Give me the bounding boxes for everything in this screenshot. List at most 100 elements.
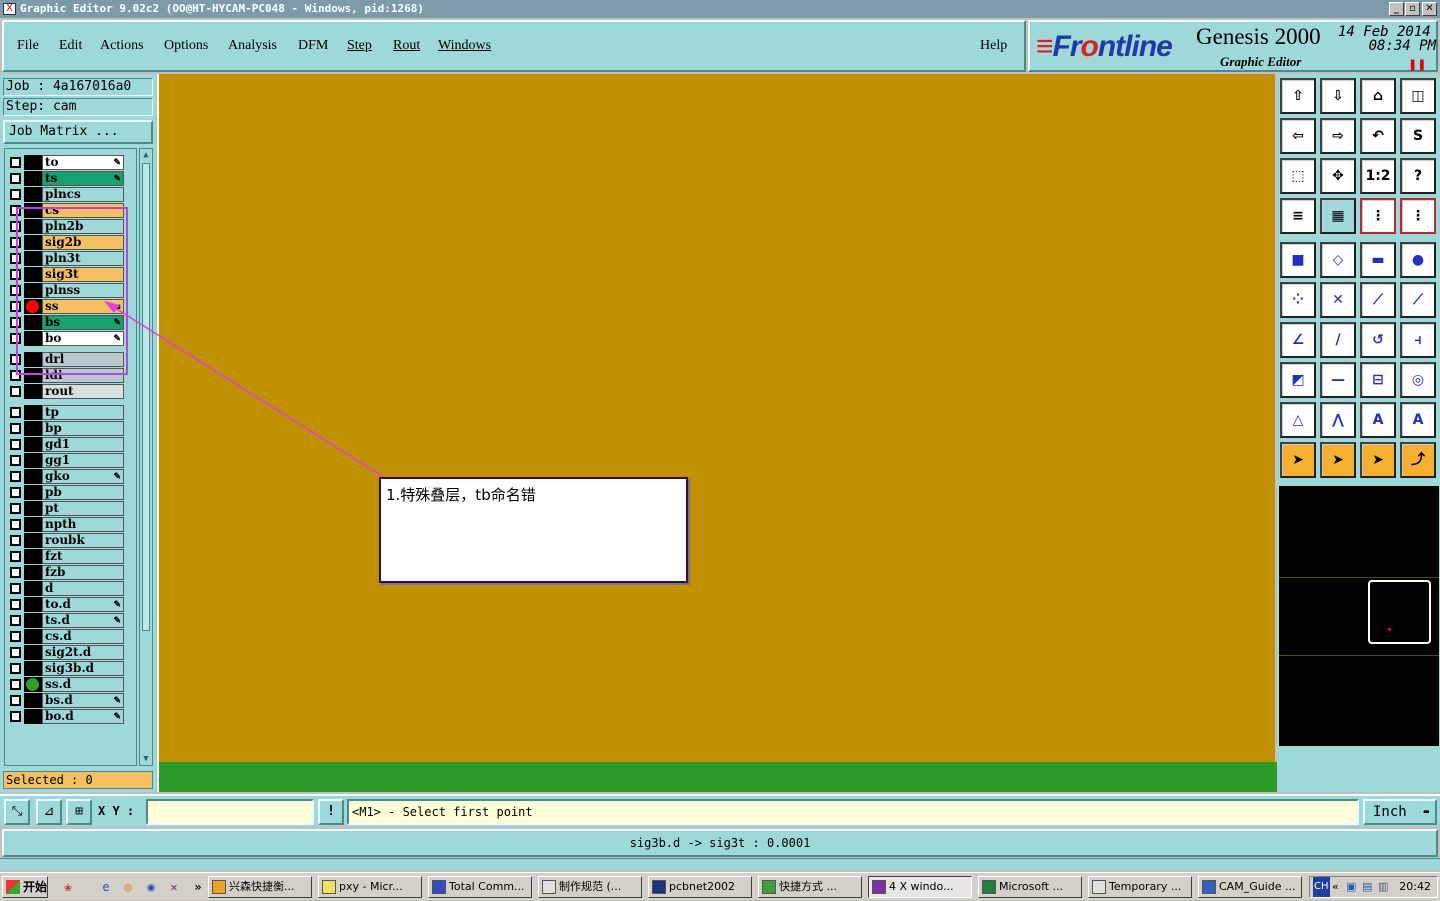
layer-color-cell[interactable]	[24, 549, 42, 564]
layer-row[interactable]: bo.d ✎	[6, 709, 136, 724]
layer-color-cell[interactable]	[24, 501, 42, 516]
layer-name[interactable]: plncs	[42, 187, 124, 202]
layer-color-cell[interactable]	[24, 453, 42, 468]
tool-button[interactable]: /	[1320, 322, 1356, 358]
layer-row[interactable]: gd1	[6, 437, 136, 452]
tool-button[interactable]: ⟋	[1360, 282, 1396, 318]
tool-button[interactable]: —	[1320, 362, 1356, 398]
tray-app-icon[interactable]: ▤	[1362, 877, 1372, 897]
layer-name[interactable]: ts ✎	[42, 171, 124, 186]
layer-checkbox[interactable]	[10, 519, 21, 530]
layer-row[interactable]: to ✎	[6, 155, 136, 170]
menu-options[interactable]: Options	[164, 38, 208, 54]
chevron-left-icon[interactable]: «	[1332, 877, 1339, 897]
layer-row[interactable]: npth	[6, 517, 136, 532]
layer-checkbox[interactable]	[10, 647, 21, 658]
layer-row[interactable]: rout	[6, 384, 136, 399]
taskbar-item[interactable]: CAM_Guide ...	[1198, 876, 1302, 898]
layer-checkbox[interactable]	[10, 567, 21, 578]
layer-color-cell[interactable]	[24, 645, 42, 660]
tool-button[interactable]: ↶	[1360, 118, 1396, 154]
tool-button[interactable]: ➤	[1360, 442, 1396, 478]
layer-name[interactable]: bo.d ✎	[42, 709, 124, 724]
layer-row[interactable]: sig3b.d	[6, 661, 136, 676]
layer-color-cell[interactable]	[24, 485, 42, 500]
layer-color-cell[interactable]	[24, 581, 42, 596]
tool-button[interactable]: A	[1360, 402, 1396, 438]
graphic-canvas[interactable]: 1.特殊叠层，tb命名错	[157, 74, 1277, 792]
layer-row[interactable]: roubk	[6, 533, 136, 548]
layer-row[interactable]: gko ✎	[6, 469, 136, 484]
scroll-up-icon[interactable]: ▲	[140, 149, 152, 161]
menu-dfm[interactable]: DFM	[298, 38, 328, 54]
layer-name[interactable]: cs.d	[42, 629, 124, 644]
layer-name[interactable]: bs.d ✎	[42, 693, 124, 708]
layer-name[interactable]: pt	[42, 501, 124, 516]
layer-name[interactable]: roubk	[42, 533, 124, 548]
layer-color-cell[interactable]	[24, 187, 42, 202]
x-icon[interactable]: ✕	[166, 879, 182, 895]
layer-row[interactable]: tp	[6, 405, 136, 420]
tool-button[interactable]: ≡	[1280, 198, 1316, 234]
tool-button[interactable]: ⇧	[1280, 78, 1316, 114]
layer-checkbox[interactable]	[10, 471, 21, 482]
tool-button[interactable]: ⋀	[1320, 402, 1356, 438]
layer-checkbox[interactable]	[10, 173, 21, 184]
layer-row[interactable]: bs.d ✎	[6, 693, 136, 708]
layer-color-cell[interactable]	[24, 613, 42, 628]
menu-help[interactable]: Help	[980, 38, 1007, 54]
taskbar-item[interactable]: 4 X windo...	[868, 876, 972, 898]
layer-checkbox[interactable]	[10, 157, 21, 168]
layer-name[interactable]: sig3b.d	[42, 661, 124, 676]
layer-checkbox[interactable]	[10, 487, 21, 498]
units-selector[interactable]: Inch ▬	[1363, 799, 1437, 825]
tool-button[interactable]: ⤴	[1400, 442, 1436, 478]
layer-checkbox[interactable]	[10, 695, 21, 706]
layer-checkbox[interactable]	[10, 423, 21, 434]
tool-button[interactable]: ■	[1280, 242, 1316, 278]
taskbar-item[interactable]: 兴森快捷衡...	[208, 876, 312, 898]
layer-row[interactable]: ss.d	[6, 677, 136, 692]
tool-button[interactable]: ⇦	[1280, 118, 1316, 154]
layer-scrollbar[interactable]: ▲ ▼	[139, 148, 153, 766]
menu-analysis[interactable]: Analysis	[228, 38, 277, 54]
tool-button[interactable]: ?	[1400, 158, 1436, 194]
layer-color-cell[interactable]	[24, 533, 42, 548]
tool-button[interactable]: ✥	[1320, 158, 1356, 194]
tool-button[interactable]: ⁘	[1280, 282, 1316, 318]
tool-button[interactable]: ✕	[1320, 282, 1356, 318]
taskbar-item[interactable]: pcbnet2002	[648, 876, 752, 898]
layer-name[interactable]: fzb	[42, 565, 124, 580]
layer-checkbox[interactable]	[10, 583, 21, 594]
layer-name[interactable]: d	[42, 581, 124, 596]
layer-name[interactable]: gd1	[42, 437, 124, 452]
close-button[interactable]: ✕	[1422, 2, 1437, 16]
tool-button[interactable]: ⋮	[1360, 198, 1396, 234]
taskbar-item[interactable]: 快捷方式 ...	[758, 876, 862, 898]
layer-row[interactable]: bp	[6, 421, 136, 436]
layer-row[interactable]: cs.d	[6, 629, 136, 644]
tool-button[interactable]: ⫞	[1400, 322, 1436, 358]
layer-checkbox[interactable]	[10, 551, 21, 562]
maximize-button[interactable]: ▫	[1405, 2, 1420, 16]
language-indicator[interactable]: CH	[1313, 877, 1330, 897]
menu-actions[interactable]: Actions	[100, 38, 144, 54]
layer-color-cell[interactable]	[24, 597, 42, 612]
app-icon[interactable]: ◎	[120, 879, 136, 895]
taskbar-item[interactable]: 制作规范 (...	[538, 876, 642, 898]
layer-checkbox[interactable]	[10, 407, 21, 418]
layer-row[interactable]: sig2t.d	[6, 645, 136, 660]
layer-checkbox[interactable]	[10, 455, 21, 466]
tool-button[interactable]: ◫	[1400, 78, 1436, 114]
layer-row[interactable]: plncs	[6, 187, 136, 202]
menu-rout[interactable]: Rout	[393, 38, 420, 54]
layer-checkbox[interactable]	[10, 386, 21, 397]
pause-icon[interactable]: ❚❚	[1408, 58, 1426, 71]
layer-row[interactable]: ts ✎	[6, 171, 136, 186]
info-icon[interactable]: !	[318, 799, 344, 825]
taskbar-item[interactable]: Temporary ...	[1088, 876, 1192, 898]
xy-input[interactable]	[146, 799, 314, 825]
quicklaunch-icon[interactable]: ❀	[60, 879, 76, 895]
tool-button[interactable]: ↺	[1360, 322, 1396, 358]
layer-checkbox[interactable]	[10, 189, 21, 200]
